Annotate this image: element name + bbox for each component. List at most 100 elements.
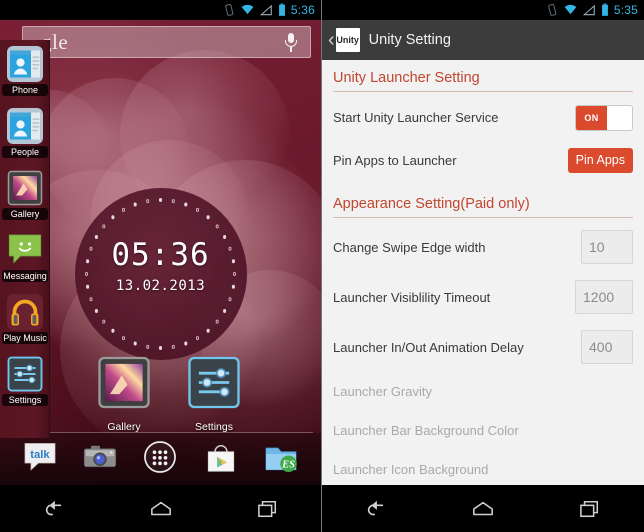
launcher-item-phone[interactable]: Phone	[0, 44, 50, 104]
section-title: Unity Launcher Setting	[333, 70, 480, 86]
section-divider	[333, 91, 633, 92]
vibrate-icon	[225, 3, 234, 16]
signal-icon	[259, 4, 272, 16]
wifi-icon	[564, 4, 577, 15]
left-screen-homescreen: gle 05:36 13.02.2013 Gallery Settings ta…	[0, 0, 322, 532]
es-file-explorer-icon: ES	[265, 447, 297, 472]
clock-time: 05:36	[111, 237, 210, 273]
right-nav-bar	[322, 485, 644, 532]
nav-home-button[interactable]	[133, 489, 189, 529]
dock-item-talk[interactable]: talk	[22, 439, 58, 480]
google-talk-icon: talk	[24, 442, 56, 471]
google-search-widget[interactable]: gle	[22, 26, 311, 58]
nav-back-button[interactable]	[348, 489, 404, 529]
app-icon[interactable]: Unity	[335, 28, 360, 52]
clock-face	[74, 188, 247, 360]
homescreen-wallpaper: gle 05:36 13.02.2013 Gallery Settings ta…	[0, 20, 321, 485]
clock-widget[interactable]: 05:36 13.02.2013	[74, 188, 247, 360]
pin-apps-button[interactable]: Pin Apps	[567, 147, 633, 174]
setting-row-start-service[interactable]: Start Unity Launcher Service ON	[322, 96, 644, 139]
left-nav-bar	[0, 485, 321, 532]
dual-screenshot: gle 05:36 13.02.2013 Gallery Settings ta…	[0, 0, 644, 532]
dock-item-play-store[interactable]	[203, 439, 239, 480]
setting-row-swipe-edge-width[interactable]: Change Swipe Edge width 10	[322, 222, 644, 272]
back-icon	[45, 500, 61, 515]
visibility-timeout-input[interactable]: 1200	[575, 280, 633, 314]
home-icon	[150, 501, 171, 515]
status-time: 5:36	[290, 3, 315, 17]
setting-label: Launcher Bar Background Color	[333, 423, 519, 438]
launcher-item-people[interactable]: People	[0, 106, 50, 166]
service-toggle[interactable]: ON	[575, 104, 633, 131]
launcher-item-play-music[interactable]: Play Music	[0, 292, 50, 352]
dock: talk ES	[0, 433, 321, 485]
launcher-item-label: Settings	[2, 394, 48, 406]
settings-list: Unity Launcher Setting Start Unity Launc…	[322, 60, 644, 485]
clock-date: 13.02.2013	[115, 278, 206, 294]
setting-label: Launcher Gravity	[333, 384, 432, 399]
unity-launcher-bar: Phone People Gallery Messaging Play Musi…	[0, 40, 50, 438]
svg-text:talk: talk	[30, 448, 50, 460]
setting-row-visibility-timeout[interactable]: Launcher Visiblility Timeout 1200	[322, 272, 644, 322]
battery-icon	[278, 3, 285, 16]
launcher-item-messaging[interactable]: Messaging	[0, 230, 50, 290]
messaging-icon	[7, 232, 43, 268]
launcher-item-settings[interactable]: Settings	[0, 354, 50, 414]
launcher-item-label: Messaging	[2, 270, 48, 282]
play-store-icon	[208, 444, 235, 472]
setting-row-launcher-gravity: Launcher Gravity	[322, 372, 644, 411]
back-icon	[367, 500, 383, 515]
setting-row-icon-background: Launcher Icon Background	[322, 450, 644, 485]
animation-delay-input[interactable]: 400	[581, 330, 633, 364]
play-music-icon	[7, 294, 43, 330]
setting-label: Launcher Visiblility Timeout	[333, 289, 491, 305]
dock-item-app-drawer[interactable]	[141, 438, 179, 481]
app-bar: ‹ Unity Unity Setting	[322, 20, 644, 60]
nav-recents-button[interactable]	[240, 489, 296, 529]
camera-icon	[83, 445, 116, 467]
swipe-edge-width-input[interactable]: 10	[581, 230, 633, 264]
vibrate-icon	[548, 3, 557, 16]
setting-label: Launcher Icon Background	[333, 462, 489, 477]
back-chevron-icon[interactable]: ‹	[328, 30, 335, 50]
shortcut-gallery[interactable]: Gallery	[96, 347, 152, 433]
launcher-item-label: People	[2, 146, 48, 158]
home-icon	[473, 501, 493, 515]
app-drawer-icon	[144, 440, 177, 473]
left-status-bar: 5:36	[0, 0, 321, 20]
recents-icon	[257, 500, 276, 517]
launcher-item-gallery[interactable]: Gallery	[0, 168, 50, 228]
launcher-item-label: Play Music	[2, 332, 48, 344]
setting-row-animation-delay[interactable]: Launcher In/Out Animation Delay 400	[322, 322, 644, 372]
section-header-launcher: Unity Launcher Setting	[322, 60, 644, 96]
nav-home-button[interactable]	[455, 489, 511, 529]
svg-text:ES: ES	[281, 459, 295, 470]
right-screen-unity-setting: 5:35 ‹ Unity Unity Setting Unity Launche…	[322, 0, 644, 532]
toggle-on-label: ON	[576, 105, 607, 130]
gallery-icon	[7, 170, 43, 206]
nav-back-button[interactable]	[26, 489, 82, 529]
microphone-icon[interactable]	[284, 32, 298, 52]
status-time: 5:35	[613, 3, 638, 17]
nav-recents-button[interactable]	[562, 489, 618, 529]
dock-item-es-file-explorer[interactable]: ES	[263, 439, 299, 480]
shortcut-settings[interactable]: Settings	[186, 347, 242, 433]
recents-icon	[580, 500, 599, 517]
settings-sliders-icon	[188, 356, 240, 409]
setting-row-pin-apps[interactable]: Pin Apps to Launcher Pin Apps	[322, 139, 644, 182]
homescreen-shortcuts: Gallery Settings	[96, 347, 242, 433]
page-title: Unity Setting	[368, 32, 451, 48]
right-status-bar: 5:35	[322, 0, 644, 20]
setting-label: Change Swipe Edge width	[333, 239, 486, 255]
dock-item-camera[interactable]	[82, 439, 118, 480]
people-contact-icon	[7, 108, 43, 144]
setting-label: Pin Apps to Launcher	[333, 153, 457, 168]
section-divider	[333, 217, 633, 218]
launcher-item-label: Gallery	[2, 208, 48, 220]
phone-contact-icon	[7, 46, 43, 82]
settings-sliders-icon	[7, 356, 43, 392]
section-header-appearance: Appearance Setting(Paid only)	[322, 182, 644, 222]
setting-label: Start Unity Launcher Service	[333, 110, 499, 125]
gallery-icon	[98, 356, 150, 409]
launcher-item-label: Phone	[2, 84, 48, 96]
